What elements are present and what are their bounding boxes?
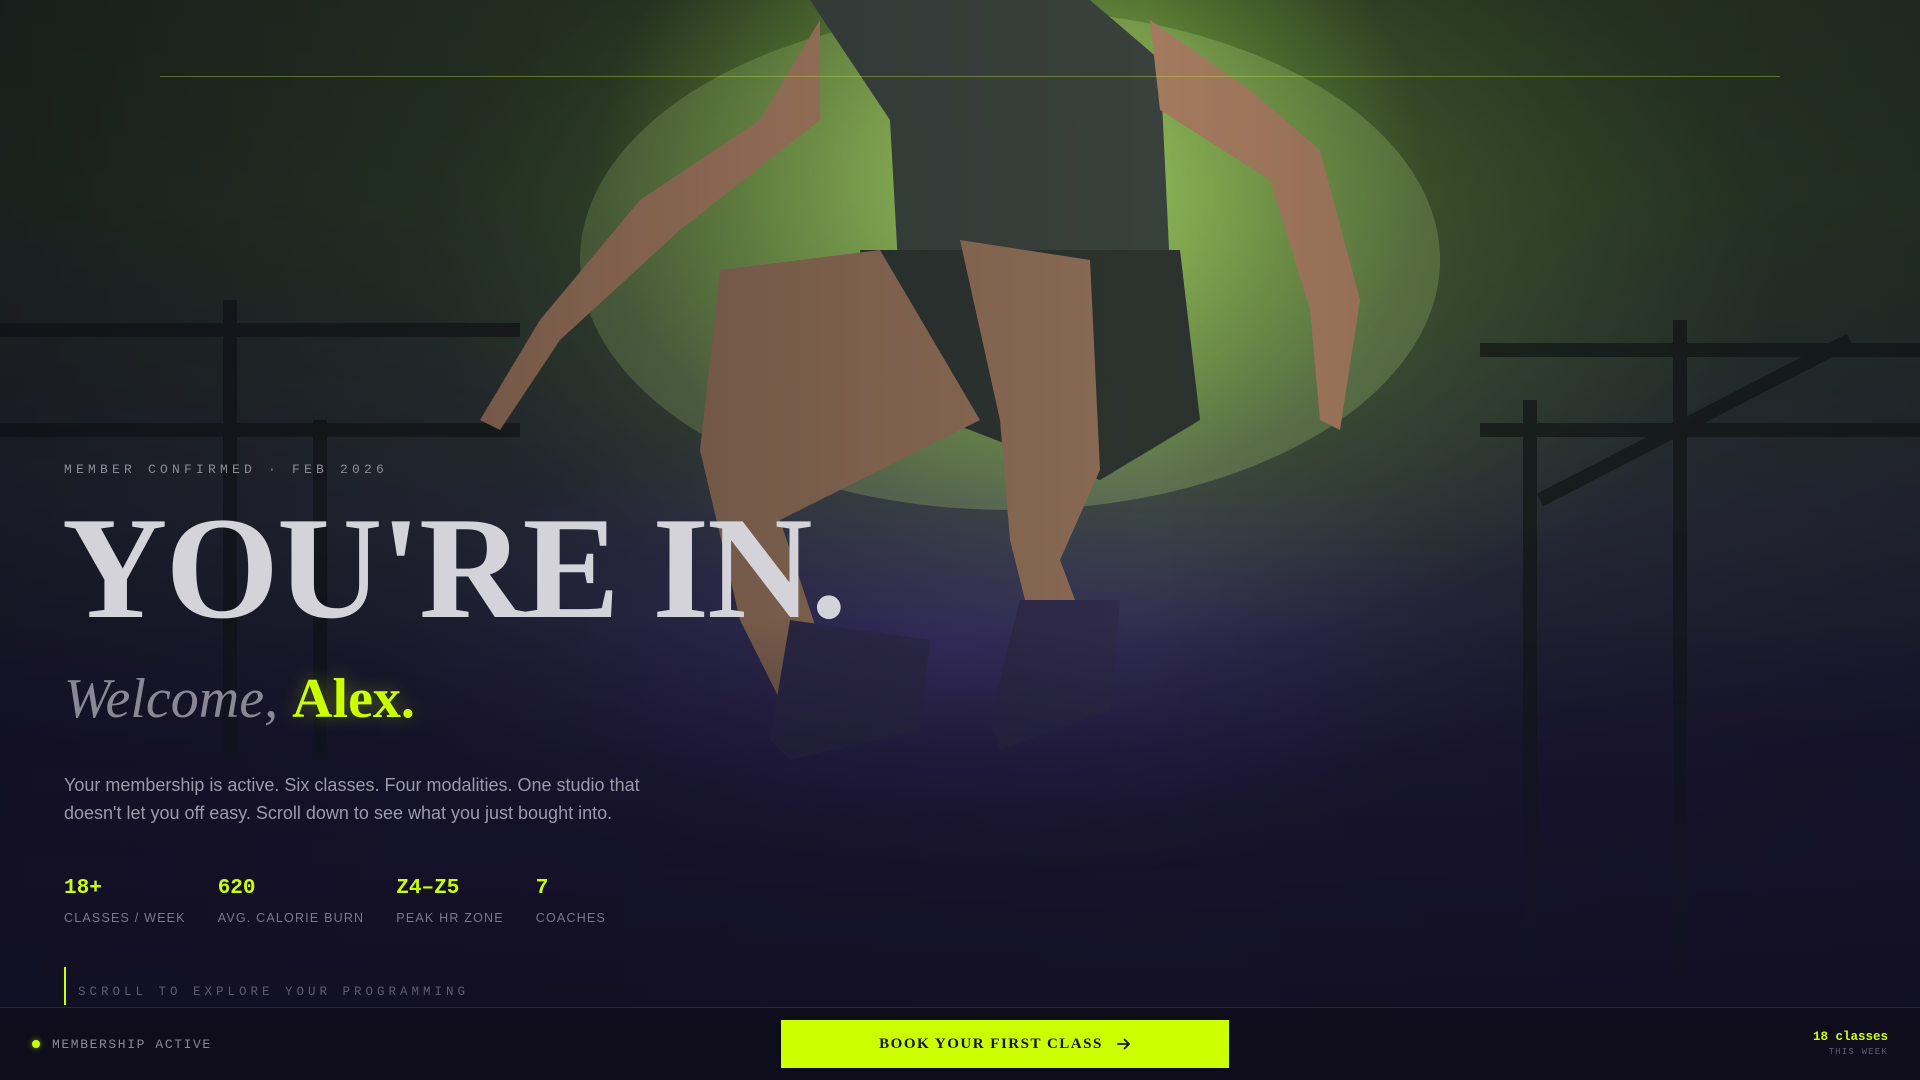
welcome-greeting: Welcome,	[64, 668, 279, 730]
stat-label: COACHES	[535, 911, 606, 925]
weekly-classes-count: 18 classes	[1812, 1030, 1888, 1044]
top-divider-line	[160, 76, 1780, 77]
scroll-cue[interactable]: SCROLL TO EXPLORE YOUR PROGRAMMING	[64, 967, 469, 1005]
stat-value: 620	[217, 877, 256, 900]
stat-label: CLASSES / WEEK	[64, 911, 186, 925]
stat-classes-per-week: 18+ CLASSES / WEEK	[64, 877, 186, 925]
bottom-action-bar: MEMBERSHIP ACTIVE BOOK YOUR FIRST CLASS …	[0, 1007, 1920, 1080]
stat-hr-zone: Z4–Z5 PEAK HR ZONE	[396, 877, 503, 925]
book-first-class-label: BOOK YOUR FIRST CLASS	[879, 1035, 1103, 1052]
book-first-class-button[interactable]: BOOK YOUR FIRST CLASS	[781, 1020, 1229, 1068]
stat-value: Z4–Z5	[396, 877, 460, 900]
stat-label: PEAK HR ZONE	[396, 911, 504, 925]
stat-value: 7	[535, 877, 549, 900]
member-confirmed-eyebrow: MEMBER CONFIRMED · FEB 2026	[64, 462, 389, 477]
stat-value: 18+	[64, 877, 102, 900]
membership-status: MEMBERSHIP ACTIVE	[32, 1037, 212, 1052]
stat-calorie-burn: 620 AVG. CALORIE BURN	[218, 877, 365, 925]
stat-coaches: 7 COACHES	[536, 877, 606, 925]
arrow-right-icon	[1116, 1037, 1131, 1051]
welcome-line: Welcome, Alex.	[64, 671, 964, 727]
stats-row: 18+ CLASSES / WEEK 620 AVG. CALORIE BURN…	[64, 877, 964, 925]
membership-description: Your membership is active. Six classes. …	[64, 775, 640, 823]
weekly-classes-label: THIS WEEK	[1828, 1047, 1888, 1057]
membership-status-text: MEMBERSHIP ACTIVE	[52, 1036, 212, 1052]
stat-label: AVG. CALORIE BURN	[217, 911, 365, 925]
page-title: YOU'RE IN.	[62, 487, 847, 649]
welcome-page: MEMBER CONFIRMED · FEB 2026 YOU'RE IN. W…	[0, 0, 1920, 1080]
status-dot-icon	[32, 1040, 40, 1048]
hero-content: MEMBER CONFIRMED · FEB 2026 YOU'RE IN. W…	[62, 462, 964, 925]
weekly-classes: 18 classes THIS WEEK	[1813, 1029, 1888, 1059]
member-name: Alex.	[292, 668, 415, 730]
scroll-cue-label: SCROLL TO EXPLORE YOUR PROGRAMMING	[78, 985, 470, 999]
